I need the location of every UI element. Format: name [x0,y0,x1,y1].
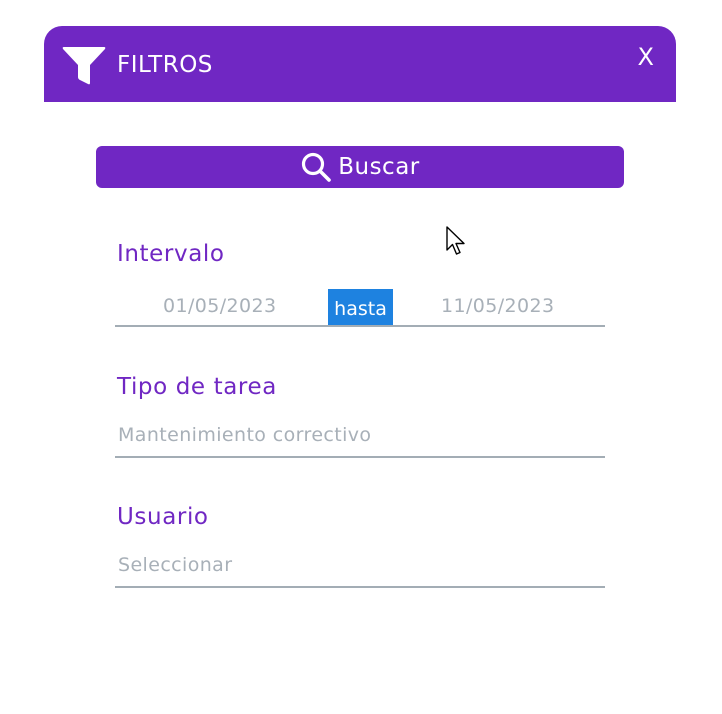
search-button-label: Buscar [338,154,420,180]
dialog-header: FILTROS X [44,26,676,102]
search-button[interactable]: Buscar [96,146,624,188]
interval-separator: hasta [328,289,393,326]
search-icon [302,152,332,182]
filters-dialog: FILTROS X Buscar Intervalo 01/05/2023 ha… [0,0,722,714]
mouse-cursor-icon [446,226,465,255]
close-button[interactable]: X [638,42,654,72]
interval-start-input[interactable]: 01/05/2023 [163,293,277,319]
user-label: Usuario [117,504,209,530]
task-type-underline [115,456,605,458]
dialog-title: FILTROS [117,52,213,78]
interval-end-input[interactable]: 11/05/2023 [441,293,555,319]
user-select[interactable]: Seleccionar [118,552,232,578]
user-underline [115,586,605,588]
filter-icon [62,47,106,85]
interval-underline [115,325,605,327]
task-type-label: Tipo de tarea [117,374,277,400]
task-type-select[interactable]: Mantenimiento correctivo [118,422,371,448]
interval-label: Intervalo [117,241,225,267]
